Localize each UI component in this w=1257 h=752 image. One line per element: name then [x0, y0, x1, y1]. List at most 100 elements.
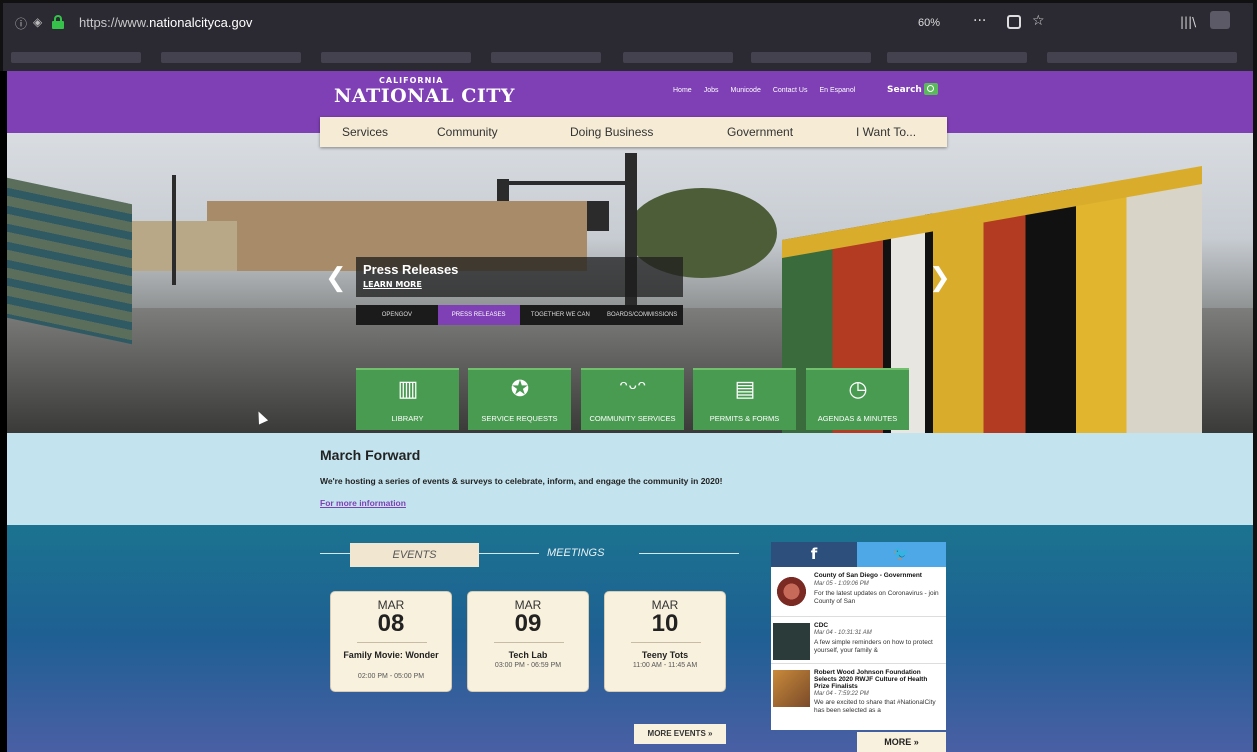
events-section: EVENTS MEETINGS MAR 08 Family Movie: Won… [7, 525, 1253, 752]
feed-item[interactable]: CDC Mar 04 - 10:31:31 AM A few simple re… [771, 620, 946, 664]
slide-prev-icon[interactable]: ❮ [325, 263, 347, 293]
url-domain: nationalcityca.gov [149, 15, 253, 30]
nav-services[interactable]: Services [342, 125, 388, 139]
bookmark-item[interactable] [887, 52, 1027, 63]
bookmarks-toolbar [0, 44, 1257, 71]
nav-i-want-to[interactable]: I Want To... [856, 125, 916, 139]
lock-icon[interactable] [52, 15, 64, 29]
link-home[interactable]: Home [673, 87, 692, 94]
feed-title[interactable]: CDC [814, 622, 944, 629]
traffic-arm [499, 181, 629, 185]
bookmark-item[interactable] [1047, 52, 1237, 63]
event-card[interactable]: MAR 08 Family Movie: Wonder 02:00 PM - 0… [330, 591, 452, 692]
slide-tab-boards-commissions[interactable]: BOARDS/COMMISSIONS [601, 305, 683, 325]
quicklink-service-requests[interactable]: ✪ SERVICE REQUESTS [468, 368, 571, 430]
event-time: 02:00 PM - 05:00 PM [357, 673, 425, 680]
bookmark-star-icon[interactable]: ☆ [1032, 13, 1045, 29]
traffic-light [587, 201, 609, 231]
bookmark-item[interactable] [751, 52, 871, 63]
quicklink-permits-forms[interactable]: ▤ PERMITS & FORMS [693, 368, 796, 430]
learn-more-link[interactable]: LEARN MORE [363, 280, 422, 289]
zoom-level[interactable]: 60% [918, 17, 940, 29]
browser-toolbar: ⓘ ◈ https://www.nationalcityca.gov 60% ·… [0, 0, 1257, 44]
logo-state[interactable]: CALIFORNIA [379, 76, 443, 85]
tab-meetings[interactable]: MEETINGS [547, 547, 604, 559]
search-label[interactable]: Search [887, 85, 922, 95]
event-card[interactable]: MAR 10 Teeny Tots 11:00 AM - 11:45 AM [604, 591, 726, 692]
feed-date: Mar 05 - 1:09:06 PM [814, 581, 869, 587]
page-actions-button[interactable]: ··· [973, 13, 986, 29]
feed-text: For the latest updates on Coronavirus - … [814, 590, 939, 605]
quicklink-label: PERMITS & FORMS [709, 414, 780, 423]
more-events-button[interactable]: MORE EVENTS » [634, 724, 726, 744]
url-bar[interactable]: https://www.nationalcityca.gov [79, 15, 252, 30]
library-icon[interactable]: |||\ [1180, 15, 1196, 29]
quicklink-label: SERVICE REQUESTS [481, 414, 558, 423]
announcement-link[interactable]: For more information [320, 498, 406, 508]
coronavirus-thumbnail [773, 573, 810, 610]
slide-tabs: OPENGOV PRESS RELEASES TOGETHER WE CAN B… [356, 305, 683, 325]
community-people-icon: ᵔᵕᵔ [619, 377, 647, 402]
rwjf-thumbnail [773, 670, 810, 707]
bookmark-item[interactable] [161, 52, 301, 63]
quicklink-agendas-minutes[interactable]: ◷ AGENDAS & MINUTES [806, 368, 909, 430]
event-card[interactable]: MAR 09 Tech Lab 03:00 PM - 06:59 PM [467, 591, 589, 692]
feed-item[interactable]: County of San Diego - Government Mar 05 … [771, 570, 946, 617]
tab-divider [639, 553, 739, 554]
bookmark-item[interactable] [11, 52, 141, 63]
event-divider [357, 642, 427, 643]
link-en-espanol[interactable]: En Espanol [819, 87, 855, 94]
agenda-clock-icon: ◷ [848, 377, 868, 402]
nav-community[interactable]: Community [437, 125, 498, 139]
slide-title: Press Releases [363, 262, 459, 277]
slide-next-icon[interactable]: ❯ [929, 263, 951, 293]
info-icon[interactable]: ⓘ [15, 15, 27, 32]
facebook-icon[interactable]: f [771, 542, 857, 567]
feed-date: Mar 04 - 7:59:22 PM [814, 691, 869, 697]
feed-item[interactable]: Robert Wood Johnson Foundation Selects 2… [771, 667, 946, 727]
event-name[interactable]: Family Movie: Wonder [331, 650, 451, 661]
window-edge [1253, 0, 1257, 752]
nav-government[interactable]: Government [727, 125, 793, 139]
main-nav: Services Community Doing Business Govern… [320, 117, 947, 147]
sidebar-toggle-icon[interactable] [1210, 11, 1230, 29]
event-time: 03:00 PM - 06:59 PM [494, 662, 562, 669]
service-request-icon: ✪ [510, 377, 530, 402]
quicklink-community-services[interactable]: ᵔᵕᵔ COMMUNITY SERVICES [581, 368, 684, 430]
twitter-icon[interactable]: 🐦 [857, 542, 946, 567]
bookmark-item[interactable] [623, 52, 733, 63]
quicklink-label: AGENDAS & MINUTES [817, 414, 898, 423]
logo-city[interactable]: NATIONAL CITY [334, 85, 515, 107]
event-day: 09 [514, 610, 542, 637]
search-icon[interactable] [924, 83, 938, 95]
link-municode[interactable]: Municode [730, 87, 760, 94]
slide-tab-opengov[interactable]: OPENGOV [356, 305, 438, 325]
tab-divider [320, 553, 350, 554]
books-icon: ▥ [397, 377, 419, 402]
event-day: 08 [377, 610, 405, 637]
tab-events[interactable]: EVENTS [350, 543, 479, 567]
event-name[interactable]: Teeny Tots [605, 650, 725, 661]
slide-caption: Press Releases LEARN MORE [356, 257, 683, 297]
link-jobs[interactable]: Jobs [704, 87, 719, 94]
pocket-icon[interactable] [1007, 15, 1021, 29]
nav-doing-business[interactable]: Doing Business [570, 125, 653, 139]
slide-tab-together-we-can[interactable]: TOGETHER WE CAN [520, 305, 602, 325]
bookmark-item[interactable] [491, 52, 601, 63]
feed-title[interactable]: County of San Diego - Government [814, 572, 944, 579]
document-icon: ▤ [734, 377, 756, 402]
cdc-thumbnail [773, 623, 810, 660]
link-contact-us[interactable]: Contact Us [773, 87, 808, 94]
event-divider [631, 642, 701, 643]
traffic-light [497, 179, 509, 201]
event-name[interactable]: Tech Lab [468, 650, 588, 661]
tracking-shield-icon[interactable]: ◈ [33, 15, 42, 29]
bookmark-item[interactable] [321, 52, 471, 63]
website-viewport: CALIFORNIA NATIONAL CITY Home Jobs Munic… [7, 71, 1253, 752]
slide-tab-press-releases[interactable]: PRESS RELEASES [437, 305, 520, 325]
event-divider [494, 642, 564, 643]
url-prefix: https://www. [79, 15, 150, 30]
more-social-button[interactable]: MORE » [857, 732, 946, 752]
feed-title[interactable]: Robert Wood Johnson Foundation Selects 2… [814, 669, 944, 690]
quicklink-library[interactable]: ▥ LIBRARY [356, 368, 459, 430]
